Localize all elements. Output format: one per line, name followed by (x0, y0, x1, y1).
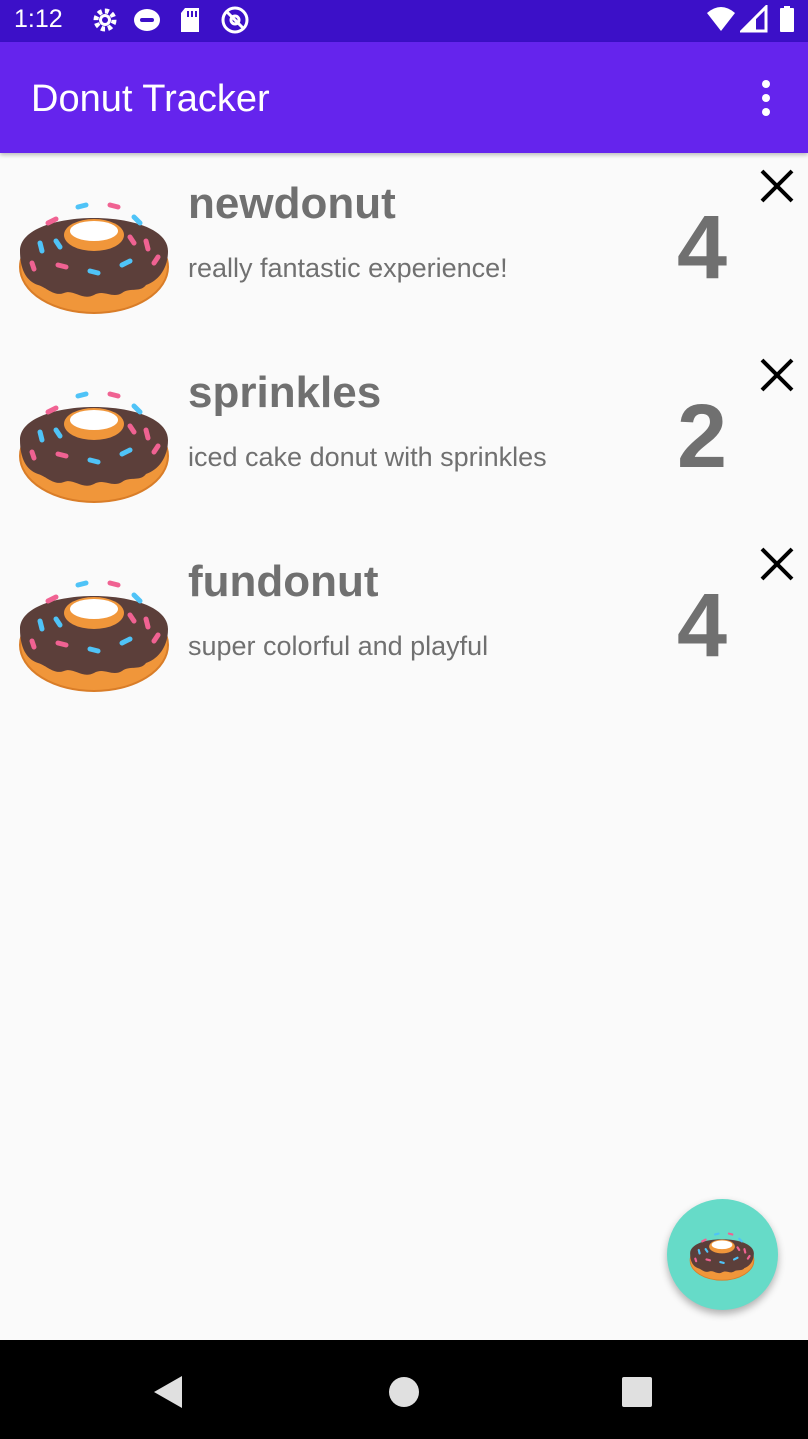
donut-icon (18, 185, 170, 315)
recents-icon[interactable] (615, 1370, 659, 1414)
back-icon[interactable] (146, 1370, 190, 1414)
wifi-icon (707, 7, 735, 31)
donut-name: newdonut (188, 179, 396, 228)
app-title: Donut Tracker (31, 78, 270, 120)
donut-description: super colorful and playful (188, 631, 489, 661)
delete-icon[interactable] (756, 543, 798, 585)
delete-icon[interactable] (756, 165, 798, 207)
status-time: 1:12 (14, 5, 63, 33)
gear-icon (93, 8, 117, 32)
donut-name: fundonut (188, 557, 379, 606)
donut-list-item[interactable]: newdonut really fantastic experience! 4 (0, 153, 808, 342)
more-vert-icon[interactable] (748, 76, 784, 120)
sd-card-icon (181, 8, 199, 32)
donut-icon (18, 563, 170, 693)
app-bar: Donut Tracker (0, 42, 808, 153)
donut-list-item[interactable]: sprinkles iced cake donut with sprinkles… (0, 342, 808, 531)
alarm-icon (134, 9, 160, 31)
donut-list-item[interactable]: fundonut super colorful and playful 4 (0, 531, 808, 720)
navigation-bar (0, 1340, 808, 1439)
donut-rating: 4 (676, 576, 728, 676)
signal-icon (740, 5, 768, 33)
home-icon[interactable] (382, 1370, 426, 1414)
donut-name: sprinkles (188, 368, 382, 417)
status-bar: 1:12 (0, 0, 808, 42)
delete-icon[interactable] (756, 354, 798, 396)
battery-icon (780, 6, 794, 32)
donut-rating: 2 (676, 387, 728, 487)
at-sign-icon (221, 6, 249, 34)
donut-icon (18, 374, 170, 504)
add-donut-button[interactable] (667, 1199, 778, 1310)
donut-rating: 4 (676, 198, 728, 298)
donut-description: iced cake donut with sprinkles (188, 442, 547, 472)
donut-icon (689, 1225, 755, 1281)
donut-description: really fantastic experience! (188, 253, 508, 283)
